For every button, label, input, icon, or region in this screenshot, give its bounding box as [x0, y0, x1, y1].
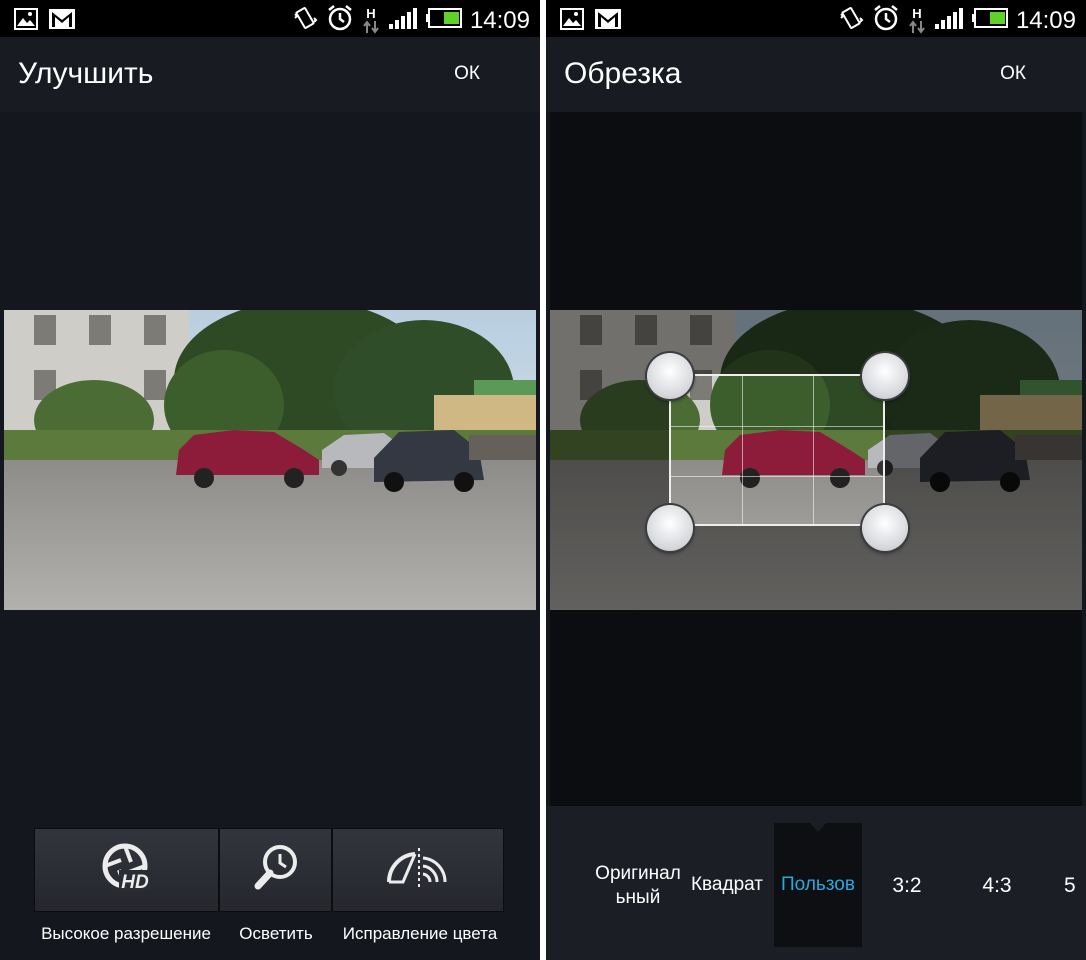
alarm-icon [326, 4, 354, 37]
page-title: Обрезка [564, 57, 682, 90]
enhance-screen: H 14:09 Улучшить ОК HD Высокое разрешени… [0, 0, 540, 960]
vibrate-icon [292, 5, 318, 36]
crop-grid-line [671, 426, 883, 427]
ok-button[interactable]: ОК [454, 63, 480, 85]
action-bar: Обрезка ОК [546, 37, 1086, 112]
crop-grid-line [671, 476, 883, 477]
svg-text:HD: HD [121, 872, 149, 893]
gmail-notification-icon [594, 8, 622, 35]
crop-option-original[interactable]: Оригинал ьный [590, 862, 686, 910]
hd-tool-button[interactable]: HD [34, 828, 219, 912]
crop-handle-bottom-left[interactable] [647, 505, 693, 551]
brighten-magnifier-icon [250, 842, 302, 899]
crop-grid-line [813, 376, 814, 524]
status-time: 14:09 [1015, 6, 1076, 34]
status-time: 14:09 [469, 6, 530, 34]
status-bar: H 14:09 [0, 0, 540, 37]
network-type-icon: H [362, 7, 380, 34]
crop-frame[interactable] [669, 374, 885, 526]
crop-option-custom[interactable]: Пользов [774, 874, 862, 896]
crop-grid-line [742, 376, 743, 524]
gmail-notification-icon [48, 8, 76, 35]
battery-icon [971, 8, 1008, 33]
color-correction-icon [385, 846, 451, 895]
crop-option-4-3[interactable]: 4:3 [962, 874, 1032, 898]
crop-ratio-bar: Оригинал ьный Квадрат Пользов 3:2 4:3 5 [546, 806, 1086, 960]
signal-strength-icon [934, 6, 964, 35]
photo-preview [4, 310, 536, 610]
crop-handle-top-right[interactable] [862, 353, 908, 399]
network-type-icon: H [908, 7, 926, 34]
signal-strength-icon [388, 6, 418, 35]
page-title: Улучшить [18, 57, 154, 90]
color-correction-tool-label: Исправление цвета [342, 924, 498, 943]
action-bar: Улучшить ОК [0, 37, 540, 112]
alarm-icon [872, 4, 900, 37]
crop-handle-top-left[interactable] [647, 353, 693, 399]
crop-option-3-2[interactable]: 3:2 [872, 874, 942, 898]
gallery-notification-icon [560, 8, 584, 35]
ok-button[interactable]: ОК [1000, 63, 1026, 85]
gallery-notification-icon [14, 8, 38, 35]
crop-option-5[interactable]: 5 [1064, 874, 1086, 898]
crop-handle-bottom-right[interactable] [862, 505, 908, 551]
selection-indicator [810, 823, 826, 832]
hd-aperture-icon: HD [101, 842, 153, 899]
crop-option-square[interactable]: Квадрат [684, 874, 770, 896]
vibrate-icon [838, 5, 864, 36]
crop-screen: H 14:09 Обрезка ОК Оригинал ьный Квадрат… [546, 0, 1086, 960]
status-bar: H 14:09 [546, 0, 1086, 37]
brighten-tool-button[interactable] [219, 828, 332, 912]
battery-icon [425, 8, 462, 33]
brighten-tool-label: Осветить [239, 924, 313, 943]
hd-tool-label: Высокое разрешение [41, 924, 211, 943]
color-correction-tool-button[interactable] [332, 828, 504, 912]
enhance-toolbar: HD [34, 828, 504, 912]
